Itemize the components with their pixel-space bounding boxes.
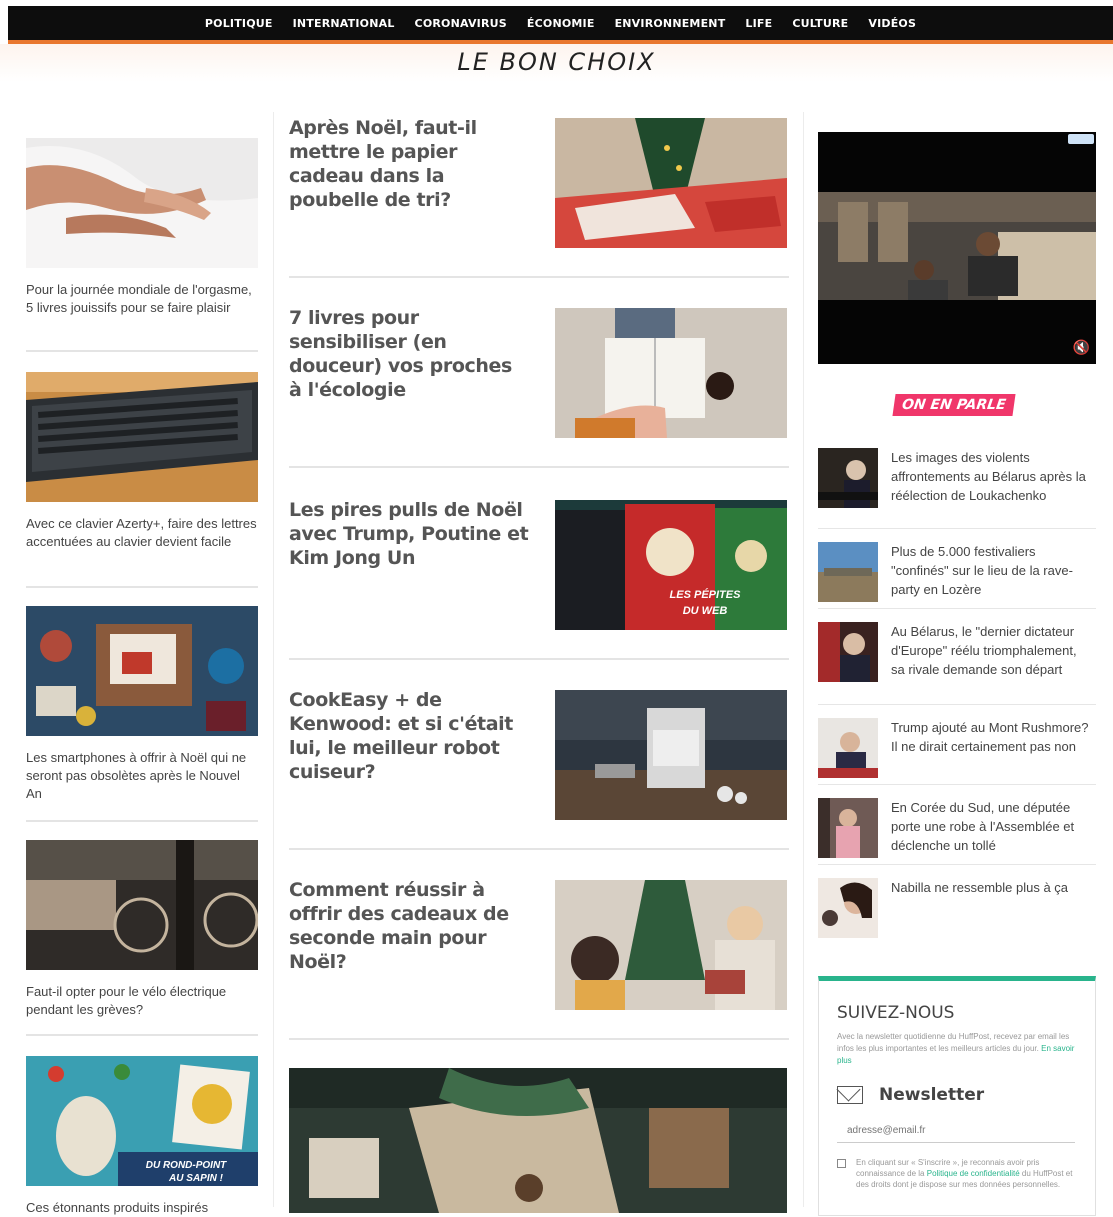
article-thumbnail[interactable] xyxy=(26,138,258,268)
left-article-card[interactable]: DU ROND-POINT AU SAPIN ! Ces étonnants p… xyxy=(26,1056,258,1217)
divider xyxy=(818,784,1096,785)
image-overlay-text: DU ROND-POINT xyxy=(146,1160,227,1171)
article-title[interactable]: Faut-il opter pour le vélo électrique pe… xyxy=(26,983,258,1019)
trending-title[interactable]: Au Bélarus, le "dernier dictateur d'Euro… xyxy=(891,622,1091,679)
consent-text: En cliquant sur « S'inscrire », je recon… xyxy=(856,1158,1073,1189)
trending-title[interactable]: Les images des violents affrontements au… xyxy=(891,448,1091,505)
nav-item-life[interactable]: LIFE xyxy=(745,17,772,30)
article-thumbnail[interactable] xyxy=(555,308,787,438)
article-title[interactable]: Les pires pulls de Noël avec Trump, Pout… xyxy=(289,498,529,570)
email-field[interactable] xyxy=(837,1119,1075,1143)
main-article-card[interactable]: 7 livres pour sensibiliser (en douceur) … xyxy=(289,306,789,466)
article-title[interactable]: Après Noël, faut-il mettre le papier cad… xyxy=(289,116,529,212)
column-divider xyxy=(803,112,804,1207)
left-article-card[interactable]: Faut-il opter pour le vélo électrique pe… xyxy=(26,840,259,1019)
featured-article-image[interactable] xyxy=(289,1068,787,1213)
article-thumbnail[interactable] xyxy=(555,118,787,248)
trending-title[interactable]: Nabilla ne ressemble plus à ça xyxy=(891,878,1091,897)
article-title[interactable]: Comment réussir à offrir des cadeaux de … xyxy=(289,878,529,974)
privacy-policy-link[interactable]: Politique de confidentialité xyxy=(927,1169,1020,1178)
follow-us-box: SUIVEZ-NOUS Avec la newsletter quotidien… xyxy=(818,976,1096,1216)
video-frame xyxy=(818,192,1096,300)
trending-thumbnail[interactable] xyxy=(818,622,878,682)
trending-thumbnail[interactable] xyxy=(818,878,878,938)
nav-item-environnement[interactable]: ENVIRONNEMENT xyxy=(615,17,726,30)
trending-thumbnail[interactable] xyxy=(818,798,878,858)
article-thumbnail[interactable]: DU ROND-POINT AU SAPIN ! xyxy=(26,1056,258,1186)
left-article-card[interactable]: Les smartphones à offrir à Noël qui ne s… xyxy=(26,606,258,803)
article-title[interactable]: Pour la journée mondiale de l'orgasme, 5… xyxy=(26,281,258,317)
section-header: LE BON CHOIX xyxy=(0,44,1113,82)
newsletter-label: Newsletter xyxy=(879,1085,985,1105)
left-article-card[interactable]: Pour la journée mondiale de l'orgasme, 5… xyxy=(26,138,258,317)
consent-checkbox[interactable] xyxy=(837,1159,846,1168)
image-overlay-text: LES PÉPITES xyxy=(670,588,742,601)
main-article-card[interactable]: Après Noël, faut-il mettre le papier cad… xyxy=(289,116,789,276)
article-title[interactable]: Avec ce clavier Azerty+, faire des lettr… xyxy=(26,515,258,551)
trending-thumbnail[interactable] xyxy=(818,542,878,602)
column-divider xyxy=(273,112,274,1207)
video-player[interactable]: 🔇 xyxy=(818,132,1096,364)
nav-item-economie[interactable]: ÉCONOMIE xyxy=(527,17,595,30)
divider xyxy=(289,276,789,278)
envelope-icon xyxy=(837,1086,863,1104)
trending-thumbnail[interactable] xyxy=(818,718,878,778)
article-title[interactable]: Les smartphones à offrir à Noël qui ne s… xyxy=(26,749,258,803)
divider xyxy=(818,608,1096,609)
nav-item-culture[interactable]: CULTURE xyxy=(792,17,848,30)
article-title[interactable]: 7 livres pour sensibiliser (en douceur) … xyxy=(289,306,529,402)
trending-badge: ON EN PARLE xyxy=(892,394,1016,416)
divider xyxy=(818,528,1096,529)
article-thumbnail[interactable]: LES PÉPITES DU WEB xyxy=(555,500,787,630)
main-article-card[interactable]: Les pires pulls de Noël avec Trump, Pout… xyxy=(289,498,789,658)
newsletter-label-row: Newsletter xyxy=(837,1085,984,1105)
consent-row: En cliquant sur « S'inscrire », je recon… xyxy=(837,1157,1082,1190)
trending-title[interactable]: Trump ajouté au Mont Rushmore? Il ne dir… xyxy=(891,718,1091,756)
image-overlay-text: AU SAPIN ! xyxy=(168,1173,224,1184)
nav-item-international[interactable]: INTERNATIONAL xyxy=(293,17,395,30)
image-overlay-text: DU WEB xyxy=(683,605,728,617)
article-thumbnail[interactable] xyxy=(26,372,258,502)
divider xyxy=(26,586,258,588)
mute-icon[interactable]: 🔇 xyxy=(1073,339,1090,356)
nav-item-politique[interactable]: POLITIQUE xyxy=(205,17,273,30)
article-thumbnail[interactable] xyxy=(26,606,258,736)
ad-choices-icon[interactable] xyxy=(1068,134,1094,144)
nav-item-coronavirus[interactable]: CORONAVIRUS xyxy=(415,17,507,30)
trending-title[interactable]: Plus de 5.000 festivaliers "confinés" su… xyxy=(891,542,1091,599)
article-title[interactable]: CookEasy + de Kenwood: et si c'était lui… xyxy=(289,688,529,784)
follow-description: Avec la newsletter quotidienne du HuffPo… xyxy=(837,1032,1075,1065)
divider xyxy=(26,350,258,352)
divider xyxy=(818,864,1096,865)
divider xyxy=(289,658,789,660)
divider xyxy=(289,848,789,850)
divider xyxy=(26,820,258,822)
main-article-card[interactable]: CookEasy + de Kenwood: et si c'était lui… xyxy=(289,688,789,848)
trending-thumbnail[interactable] xyxy=(818,448,878,508)
article-title[interactable]: Ces étonnants produits inspirés xyxy=(26,1199,258,1217)
article-thumbnail[interactable] xyxy=(555,690,787,820)
divider xyxy=(818,704,1096,705)
main-article-card[interactable]: Comment réussir à offrir des cadeaux de … xyxy=(289,878,789,1038)
trending-title[interactable]: En Corée du Sud, une députée porte une r… xyxy=(891,798,1091,855)
left-article-card[interactable]: Avec ce clavier Azerty+, faire des lettr… xyxy=(26,372,258,551)
divider xyxy=(26,1034,258,1036)
divider xyxy=(289,466,789,468)
article-thumbnail[interactable] xyxy=(26,840,259,970)
divider xyxy=(289,1038,789,1040)
follow-heading: SUIVEZ-NOUS xyxy=(837,1003,955,1023)
article-thumbnail[interactable] xyxy=(555,880,787,1010)
top-nav-bar: POLITIQUE INTERNATIONAL CORONAVIRUS ÉCON… xyxy=(8,6,1113,44)
section-title: LE BON CHOIX xyxy=(457,48,656,76)
nav-item-videos[interactable]: VIDÉOS xyxy=(868,17,916,30)
